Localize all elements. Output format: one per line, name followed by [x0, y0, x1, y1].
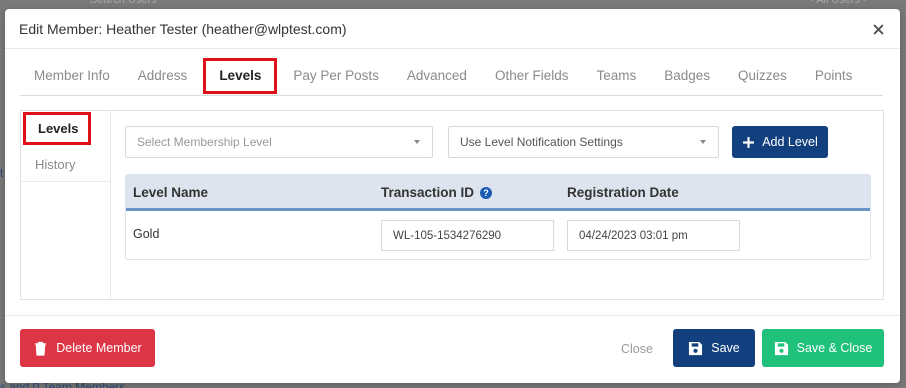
background-left-text: t — [0, 166, 4, 180]
save-and-close-label: Save & Close — [796, 341, 873, 355]
close-icon[interactable] — [870, 21, 886, 37]
save-label: Save — [711, 341, 740, 355]
header-registration-date-label: Registration Date — [567, 185, 679, 200]
chevron-down-icon — [414, 140, 420, 144]
levels-panel: Levels History Select Membership Level U… — [20, 110, 884, 300]
add-level-label: Add Level — [762, 135, 818, 149]
save-icon — [774, 341, 788, 355]
modal-title: Edit Member: Heather Tester (heather@wlp… — [19, 20, 347, 37]
header-transaction-id-label: Transaction ID — [381, 185, 475, 200]
tab-badges[interactable]: Badges — [650, 56, 724, 96]
levels-table: Level Name Transaction ID ? Registration… — [125, 174, 871, 260]
notification-settings-value: Use Level Notification Settings — [460, 135, 623, 149]
tab-address[interactable]: Address — [124, 56, 202, 96]
modal-header: Edit Member: Heather Tester (heather@wlp… — [5, 9, 900, 49]
save-and-close-button[interactable]: Save & Close — [762, 329, 884, 367]
header-level-name-label: Level Name — [133, 185, 209, 200]
table-row: Gold WL-105-1534276290 04/24/2023 03:01 … — [126, 211, 870, 258]
add-level-button[interactable]: Add Level — [732, 126, 828, 158]
level-name-cell: Gold — [133, 227, 160, 241]
delete-member-button[interactable]: Delete Member — [20, 329, 155, 367]
tab-other-fields[interactable]: Other Fields — [481, 56, 583, 96]
side-nav-history[interactable]: History — [21, 147, 110, 182]
member-tabs: Member Info Address Levels Pay Per Posts… — [20, 56, 883, 96]
background-filter-select: - All Users - — [810, 0, 867, 6]
tab-pay-per-posts[interactable]: Pay Per Posts — [279, 56, 393, 96]
delete-member-label: Delete Member — [56, 341, 142, 355]
registration-date-input[interactable]: 04/24/2023 03:01 pm — [567, 220, 740, 251]
side-nav: Levels History — [21, 111, 111, 299]
notification-settings-select[interactable]: Use Level Notification Settings — [448, 126, 719, 158]
tab-points[interactable]: Points — [801, 56, 867, 96]
table-header: Level Name Transaction ID ? Registration… — [126, 175, 870, 211]
save-button[interactable]: Save — [673, 329, 755, 367]
edit-member-modal: Edit Member: Heather Tester (heather@wlp… — [5, 9, 900, 383]
plus-icon — [743, 136, 755, 148]
modal-footer: Delete Member Close Save Save & Close — [5, 315, 900, 383]
trash-icon — [35, 341, 47, 356]
transaction-id-input[interactable]: WL-105-1534276290 — [381, 220, 554, 251]
background-search-input: Search Users — [90, 0, 157, 6]
tab-member-info[interactable]: Member Info — [20, 56, 124, 96]
close-link[interactable]: Close — [621, 342, 653, 356]
tab-levels[interactable]: Levels — [201, 56, 279, 96]
help-icon[interactable]: ? — [480, 186, 493, 199]
membership-level-select[interactable]: Select Membership Level — [125, 126, 433, 158]
chevron-down-icon — [700, 140, 706, 144]
side-nav-levels[interactable]: Levels — [23, 112, 91, 145]
membership-level-placeholder: Select Membership Level — [137, 135, 272, 149]
save-icon — [689, 341, 703, 355]
levels-content: Select Membership Level Use Level Notifi… — [111, 111, 883, 299]
header-registration-date: Registration Date — [567, 185, 679, 200]
tab-advanced[interactable]: Advanced — [393, 56, 481, 96]
tab-quizzes[interactable]: Quizzes — [724, 56, 801, 96]
tab-teams[interactable]: Teams — [582, 56, 650, 96]
header-level-name: Level Name — [133, 185, 208, 200]
header-transaction-id: Transaction ID ? — [381, 185, 493, 200]
